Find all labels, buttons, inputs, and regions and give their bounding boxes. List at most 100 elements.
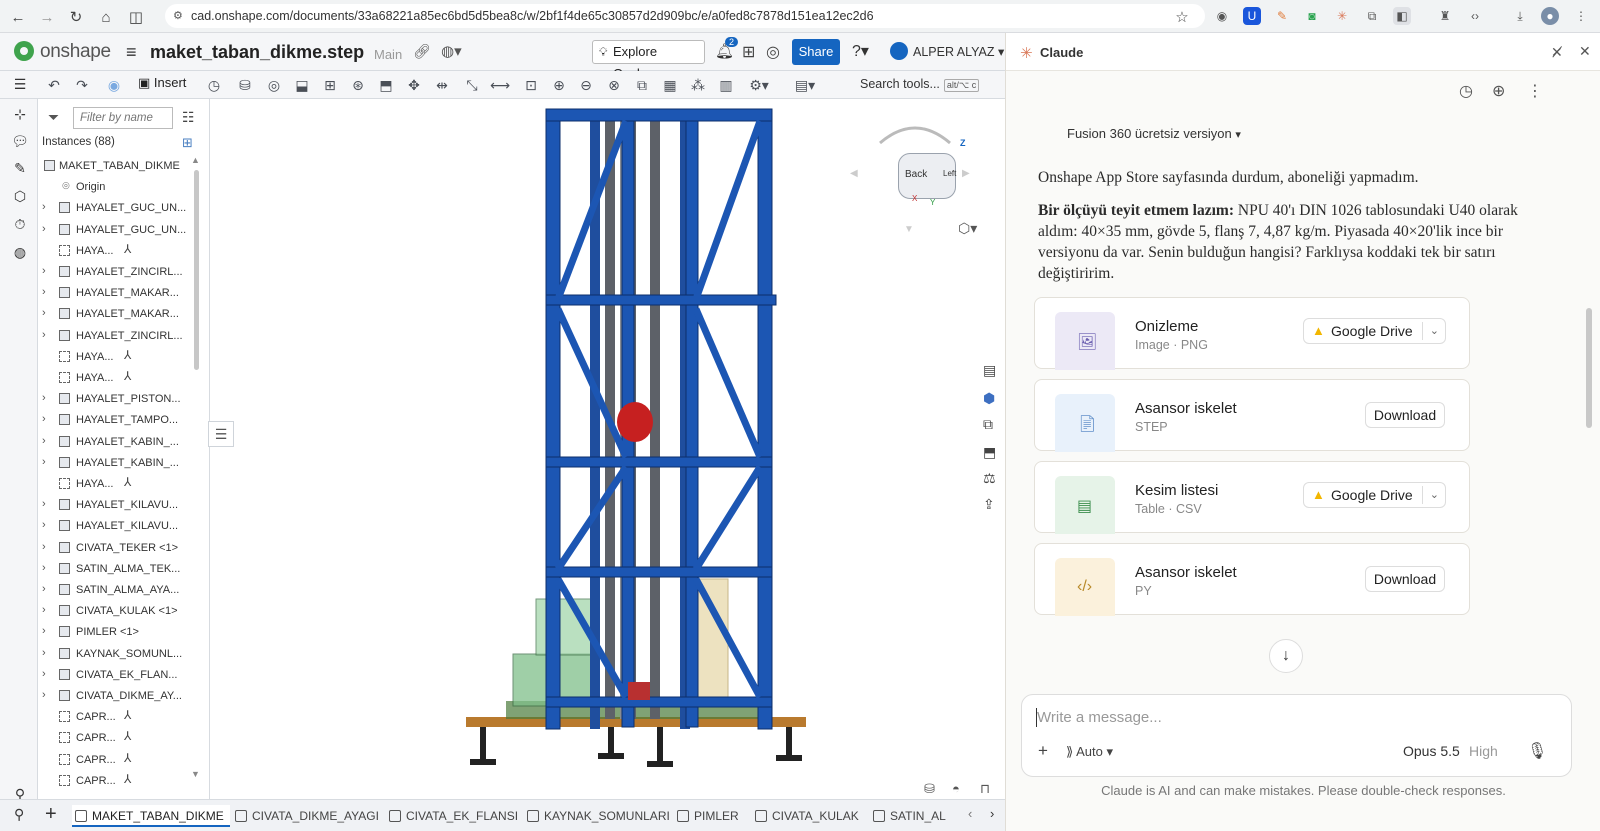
claude-extension-icon[interactable]: ✳ (1333, 7, 1351, 25)
insert-button[interactable]: ▣ Insert (138, 75, 186, 91)
tree-row[interactable]: › CIVATA_TEKER <1> (38, 538, 196, 559)
slider-mate-icon[interactable]: ⬓ (292, 75, 312, 95)
sidebar-icon[interactable]: ◫ (125, 6, 147, 28)
bitwarden-extension-icon[interactable]: U (1243, 7, 1261, 25)
tree-row[interactable]: › HAYALET_KILAVU... (38, 516, 196, 537)
download-icon[interactable]: ⤓ (1511, 7, 1529, 25)
width-mate-icon[interactable]: ⟷ (490, 75, 510, 95)
star-icon[interactable]: ☆ (1171, 6, 1193, 28)
view-cube[interactable]: Back Left Z X Y ◀ ▶ ▼ (850, 118, 970, 238)
help-icon[interactable]: ?▾ (852, 41, 869, 61)
tab-list-icon[interactable]: ⚲ (14, 806, 24, 823)
mate-connector-icon[interactable]: ⊕ (549, 75, 569, 95)
tree-row[interactable]: › HAYALET_PISTON... (38, 389, 196, 410)
extensions-icon[interactable]: ⧉ (1363, 7, 1381, 25)
tree-row[interactable]: HAYA... ⅄ (38, 241, 196, 262)
chevron-down-icon[interactable]: ⌄ (1430, 483, 1439, 507)
devtools-icon[interactable]: ‹› (1466, 7, 1484, 25)
list-view-icon[interactable]: ☷ (182, 109, 195, 126)
expand-chevron-icon[interactable]: › (42, 647, 46, 659)
revolute-mate-icon[interactable]: ◎ (264, 75, 284, 95)
tree-row[interactable]: › HAYALET_TAMPO... (38, 410, 196, 431)
mate-features-icon[interactable]: ⊹ (11, 105, 29, 123)
download-button[interactable]: Download (1365, 402, 1445, 428)
forward-icon[interactable]: → (36, 6, 58, 28)
unpin-icon[interactable]: ✕̸ (1551, 44, 1563, 61)
expand-chevron-icon[interactable]: › (42, 604, 46, 616)
model-selector[interactable]: Opus 5.5 (1403, 743, 1460, 759)
tree-scrollbar[interactable] (194, 170, 199, 370)
new-chat-icon[interactable]: ⊕ (1492, 81, 1505, 101)
tree-row[interactable]: ◎ Origin (38, 177, 196, 198)
rotate-down-icon[interactable]: ▼ (904, 224, 914, 235)
link-icon[interactable]: 🔗︎ (413, 43, 431, 60)
expand-chevron-icon[interactable]: › (42, 456, 46, 468)
scroll-to-bottom-button[interactable]: ↓ (1269, 639, 1303, 673)
learning-icon[interactable]: ◎ (766, 42, 780, 62)
expand-chevron-icon[interactable]: › (42, 583, 46, 595)
site-info-icon[interactable]: ⚙ (173, 4, 183, 28)
expand-chevron-icon[interactable]: › (42, 498, 46, 510)
measure-icon[interactable]: ▥ (716, 75, 736, 95)
bom-panel-icon[interactable]: ⬢ (983, 390, 995, 407)
pen-extension-icon[interactable]: ✎ (1273, 7, 1291, 25)
instance-tree-toggle[interactable]: ☰ (208, 421, 234, 447)
scroll-down-icon[interactable]: ▼ (191, 769, 200, 779)
workspace-branch[interactable]: Main (374, 47, 402, 62)
view-left-label[interactable]: Left (943, 169, 956, 178)
document-tab[interactable]: CIVATA_DIKME_AYAGI (232, 805, 385, 827)
save-to-google-drive-button[interactable]: ▲ Google Drive ⌄ (1303, 482, 1446, 508)
expand-chevron-icon[interactable]: › (42, 329, 46, 341)
tab-scroll-left-icon[interactable]: ‹ (968, 806, 972, 821)
animation-icon[interactable]: ⏱ (11, 215, 29, 233)
tree-row[interactable]: › HAYALET_GUC_UN... (38, 220, 196, 241)
green-extension-icon[interactable]: ◙ (1303, 7, 1321, 25)
tree-row[interactable]: CAPR... ⅄ (38, 728, 196, 749)
tree-row[interactable]: CAPR... ⅄ (38, 707, 196, 728)
redo-icon[interactable]: ↷ (72, 75, 92, 95)
expand-chevron-icon[interactable]: › (42, 223, 46, 235)
properties-icon[interactable]: ✎ (11, 159, 29, 177)
gear-relation-icon[interactable]: ⊖ (576, 75, 596, 95)
expand-chevron-icon[interactable]: › (42, 562, 46, 574)
incognito-icon[interactable]: ♜ (1436, 7, 1454, 25)
tree-row[interactable]: › HAYALET_ZINCIRL... (38, 326, 196, 347)
user-name[interactable]: ALPER ALYAZ ▾ (913, 44, 1004, 59)
rotate-left-icon[interactable]: ◀ (850, 168, 858, 179)
explore-onshape-button[interactable]: 💡︎ Explore Onshape (592, 40, 705, 81)
document-tab[interactable]: PIMLER (674, 805, 745, 827)
tab-scroll-right-icon[interactable]: › (990, 806, 994, 821)
tree-row[interactable]: › HAYALET_ZINCIRL... (38, 262, 196, 283)
camera-extension-icon[interactable]: ◉ (1213, 7, 1231, 25)
message-composer[interactable]: Write a message... + ⟫ Auto ▾ Opus 5.5 H… (1021, 694, 1572, 777)
search-tools[interactable]: Search tools... alt/⌥ c (860, 77, 980, 92)
document-tab[interactable]: MAKET_TABAN_DIKME (72, 805, 230, 827)
appearance-panel-icon[interactable]: ▤ (983, 362, 996, 379)
tree-row[interactable]: › CIVATA_DIKME_AY... (38, 686, 196, 707)
chevron-down-icon[interactable]: ⌄ (1430, 319, 1439, 343)
document-tab[interactable]: CIVATA_EK_FLANSI (386, 805, 524, 827)
share-button[interactable]: Share (792, 39, 840, 65)
tree-row[interactable]: › HAYALET_KABIN_... (38, 453, 196, 474)
expand-chevron-icon[interactable]: › (42, 668, 46, 680)
parallel-mate-icon[interactable]: ⇹ (432, 75, 452, 95)
side-panel-icon[interactable]: ◧ (1393, 7, 1411, 25)
expand-chevron-icon[interactable]: › (42, 392, 46, 404)
tree-row[interactable]: CAPR... ⅄ (38, 771, 196, 792)
render-mode-icon[interactable]: ◓ (952, 781, 960, 796)
expand-chevron-icon[interactable]: › (42, 689, 46, 701)
add-tab-icon[interactable]: + (45, 803, 57, 826)
download-button[interactable]: Download (1365, 566, 1445, 592)
expand-chevron-icon[interactable]: › (42, 286, 46, 298)
microphone-icon[interactable]: 🎙︎ (1527, 741, 1547, 761)
tree-row[interactable]: › CIVATA_EK_FLAN... (38, 665, 196, 686)
tree-row[interactable]: › HAYALET_KABIN_... (38, 432, 196, 453)
search-parts-icon[interactable]: ◍ (11, 243, 29, 261)
artifact-card[interactable]: 📄︎ Asansor iskelet STEP Download (1034, 379, 1470, 452)
user-avatar[interactable] (890, 42, 908, 60)
replicate-icon[interactable]: ◷ (204, 75, 224, 95)
tree-row[interactable]: › HAYALET_MAKAR... (38, 283, 196, 304)
tree-row[interactable]: › PIMLER <1> (38, 622, 196, 643)
rack-pinion-icon[interactable]: ⊗ (604, 75, 624, 95)
explode-icon[interactable]: ⁂ (688, 75, 708, 95)
